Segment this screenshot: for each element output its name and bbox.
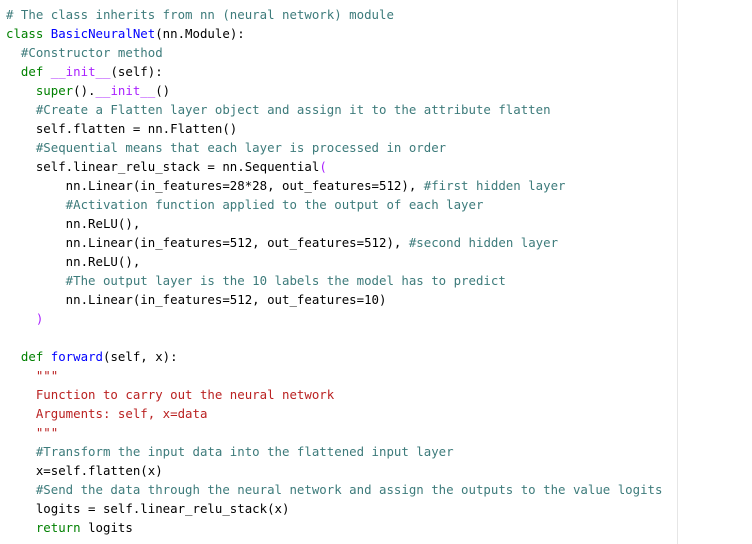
line-length-ruler (677, 0, 678, 544)
code-token: # The class inherits from nn (neural net… (6, 7, 394, 22)
code-line[interactable]: nn.ReLU(), (6, 252, 662, 271)
code-line[interactable]: self.linear_relu_stack = nn.Sequential( (6, 157, 662, 176)
code-token: #first hidden layer (423, 178, 566, 193)
code-token: BasicNeuralNet (50, 26, 156, 41)
code-token: Module (185, 26, 230, 41)
code-token: def (20, 64, 51, 79)
code-line[interactable]: """ (6, 366, 662, 385)
code-token: ): (229, 26, 245, 41)
code-token: (nn. (155, 26, 186, 41)
code-line[interactable]: # The class inherits from nn (neural net… (6, 5, 662, 24)
code-token: (). (73, 83, 96, 98)
code-token: ( (319, 159, 327, 174)
code-token: (self, x): (102, 349, 178, 364)
code-line[interactable] (6, 328, 662, 347)
code-line[interactable]: #Transform the input data into the flatt… (6, 442, 662, 461)
code-token: #Send the data through the neural networ… (6, 482, 663, 497)
code-token: nn.ReLU(), (6, 216, 141, 231)
code-token: Arguments: self, x=data (6, 406, 208, 421)
code-token: __init__ (50, 64, 111, 79)
code-token: ) (6, 311, 44, 326)
code-token: """ (6, 368, 59, 383)
code-line[interactable]: self.flatten = nn.Flatten() (6, 119, 662, 138)
code-line[interactable]: Arguments: self, x=data (6, 404, 662, 423)
code-token: Function to carry out the neural network (6, 387, 335, 402)
code-line[interactable]: #Send the data through the neural networ… (6, 480, 663, 499)
code-token: #Transform the input data into the flatt… (6, 444, 454, 459)
code-line[interactable]: nn.Linear(in_features=512, out_features=… (6, 233, 662, 252)
code-line[interactable]: nn.ReLU(), (6, 214, 662, 233)
code-token: #Activation function applied to the outp… (6, 197, 484, 212)
code-token: nn.Linear(in_features=28*28, out_feature… (6, 178, 424, 193)
code-token: #Create a Flatten layer object and assig… (6, 102, 551, 117)
code-token: x=self.flatten(x) (6, 463, 163, 478)
code-token: forward (50, 349, 103, 364)
code-token: super (6, 83, 74, 98)
code-line[interactable]: x=self.flatten(x) (6, 461, 662, 480)
code-line[interactable]: nn.Linear(in_features=512, out_features=… (6, 290, 662, 309)
code-line[interactable]: super().__init__() (6, 81, 662, 100)
code-line[interactable]: Function to carry out the neural network (6, 385, 662, 404)
code-line[interactable]: class BasicNeuralNet(nn.Module): (6, 24, 662, 43)
code-token: self.linear_relu_stack = nn.Sequential (6, 159, 320, 174)
code-line[interactable]: def __init__(self): (6, 62, 662, 81)
code-line[interactable]: #Constructor method (6, 43, 662, 62)
code-token: self.flatten = nn.Flatten() (6, 121, 238, 136)
code-token: nn.Linear(in_features=512, out_features=… (6, 292, 387, 307)
code-token: logits (88, 520, 133, 535)
code-token: #Sequential means that each layer is pro… (6, 140, 447, 155)
code-token: __init__ (95, 83, 156, 98)
code-line[interactable]: ) (6, 309, 662, 328)
code-line[interactable]: #Create a Flatten layer object and assig… (6, 100, 662, 119)
code-line[interactable]: #The output layer is the 10 labels the m… (6, 271, 662, 290)
code-token: #Constructor method (6, 45, 163, 60)
code-line[interactable]: nn.Linear(in_features=28*28, out_feature… (6, 176, 662, 195)
code-token: #The output layer is the 10 labels the m… (6, 273, 506, 288)
code-token: #second hidden layer (408, 235, 559, 250)
code-token: def (20, 349, 51, 364)
code-line[interactable]: #Sequential means that each layer is pro… (6, 138, 662, 157)
code-line[interactable]: return logits (6, 518, 662, 537)
code-line[interactable]: #Activation function applied to the outp… (6, 195, 662, 214)
code-line[interactable]: logits = self.linear_relu_stack(x) (6, 499, 662, 518)
code-line[interactable]: def forward(self, x): (6, 347, 662, 366)
code-token: """ (6, 425, 59, 440)
code-token: (self): (110, 64, 163, 79)
code-editor[interactable]: # The class inherits from nn (neural net… (0, 0, 752, 544)
code-token: return (35, 520, 89, 535)
code-block[interactable]: # The class inherits from nn (neural net… (6, 5, 662, 537)
code-line[interactable]: """ (6, 423, 662, 442)
code-token: logits = self.linear_relu_stack(x) (6, 501, 290, 516)
code-token: nn.ReLU(), (6, 254, 141, 269)
code-token: () (155, 83, 171, 98)
code-token: class (6, 26, 51, 41)
code-token: nn.Linear(in_features=512, out_features=… (6, 235, 409, 250)
